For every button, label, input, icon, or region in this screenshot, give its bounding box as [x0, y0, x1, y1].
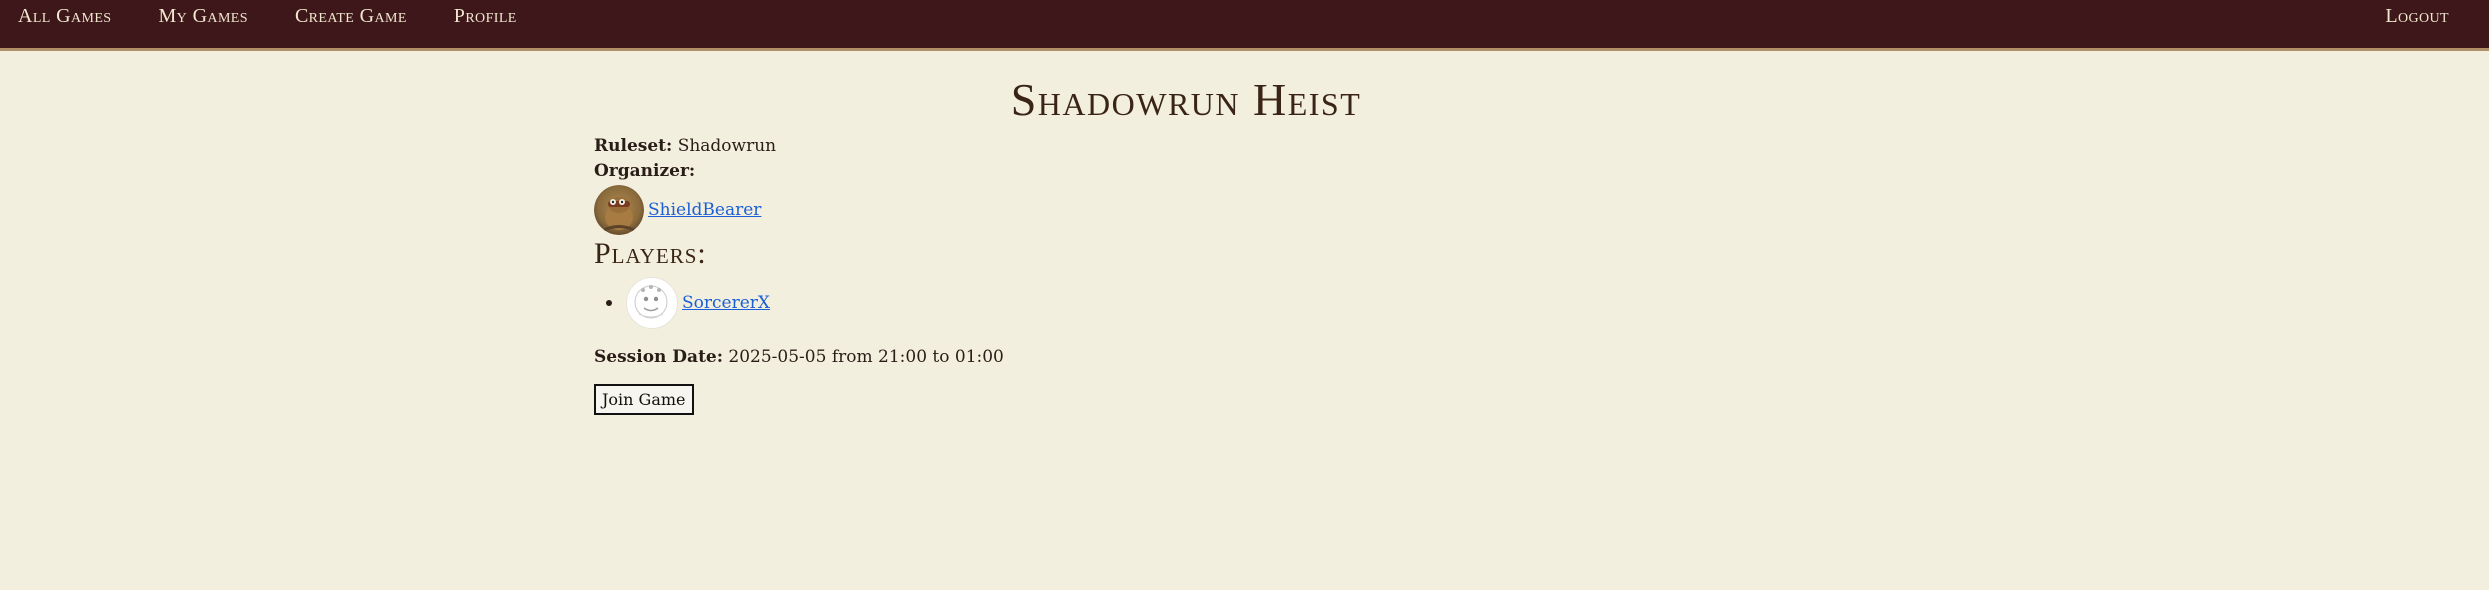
players-heading: Players: [594, 237, 707, 270]
nav-left-group: All Games My Games Create Game Profile [18, 0, 564, 32]
organizer-field: Organizer: [594, 159, 1894, 184]
join-game-button[interactable]: Join Game [594, 384, 694, 415]
nav-profile-link[interactable]: Profile [454, 5, 517, 28]
game-detail-content: Shadowrun Heist Ruleset: Shadowrun Organ… [594, 51, 1894, 415]
list-item: SorcererX [606, 277, 1894, 329]
players-list: SorcererX [594, 277, 1894, 329]
nav-all-games-link[interactable]: All Games [18, 5, 112, 28]
nav-my-games-link[interactable]: My Games [159, 5, 248, 28]
session-date-label: Session Date: [594, 347, 724, 367]
nav-right-group: Logout [2385, 0, 2449, 32]
organizer-label: Organizer: [594, 161, 696, 181]
page-title: Shadowrun Heist [1010, 74, 1362, 125]
top-navigation-bar: All Games My Games Create Game Profile L… [0, 0, 2489, 51]
ruleset-value: Shadowrun [677, 136, 777, 156]
ruleset-field: Ruleset: Shadowrun [594, 134, 1894, 159]
logout-link[interactable]: Logout [2385, 5, 2449, 28]
player-name-link[interactable]: SorcererX [682, 293, 770, 313]
organizer-avatar[interactable] [594, 185, 644, 235]
player-avatar[interactable] [626, 277, 678, 329]
ruleset-label: Ruleset: [594, 136, 673, 156]
session-date-value: 2025-05-05 from 21:00 to 01:00 [728, 347, 1004, 367]
player-avatar-image [627, 278, 675, 326]
session-date-field: Session Date: 2025-05-05 from 21:00 to 0… [594, 347, 1894, 367]
organizer-avatar-image [594, 185, 644, 235]
nav-create-game-link[interactable]: Create Game [295, 5, 407, 28]
organizer-row: ShieldBearer [594, 185, 1894, 235]
organizer-name-link[interactable]: ShieldBearer [648, 200, 761, 220]
